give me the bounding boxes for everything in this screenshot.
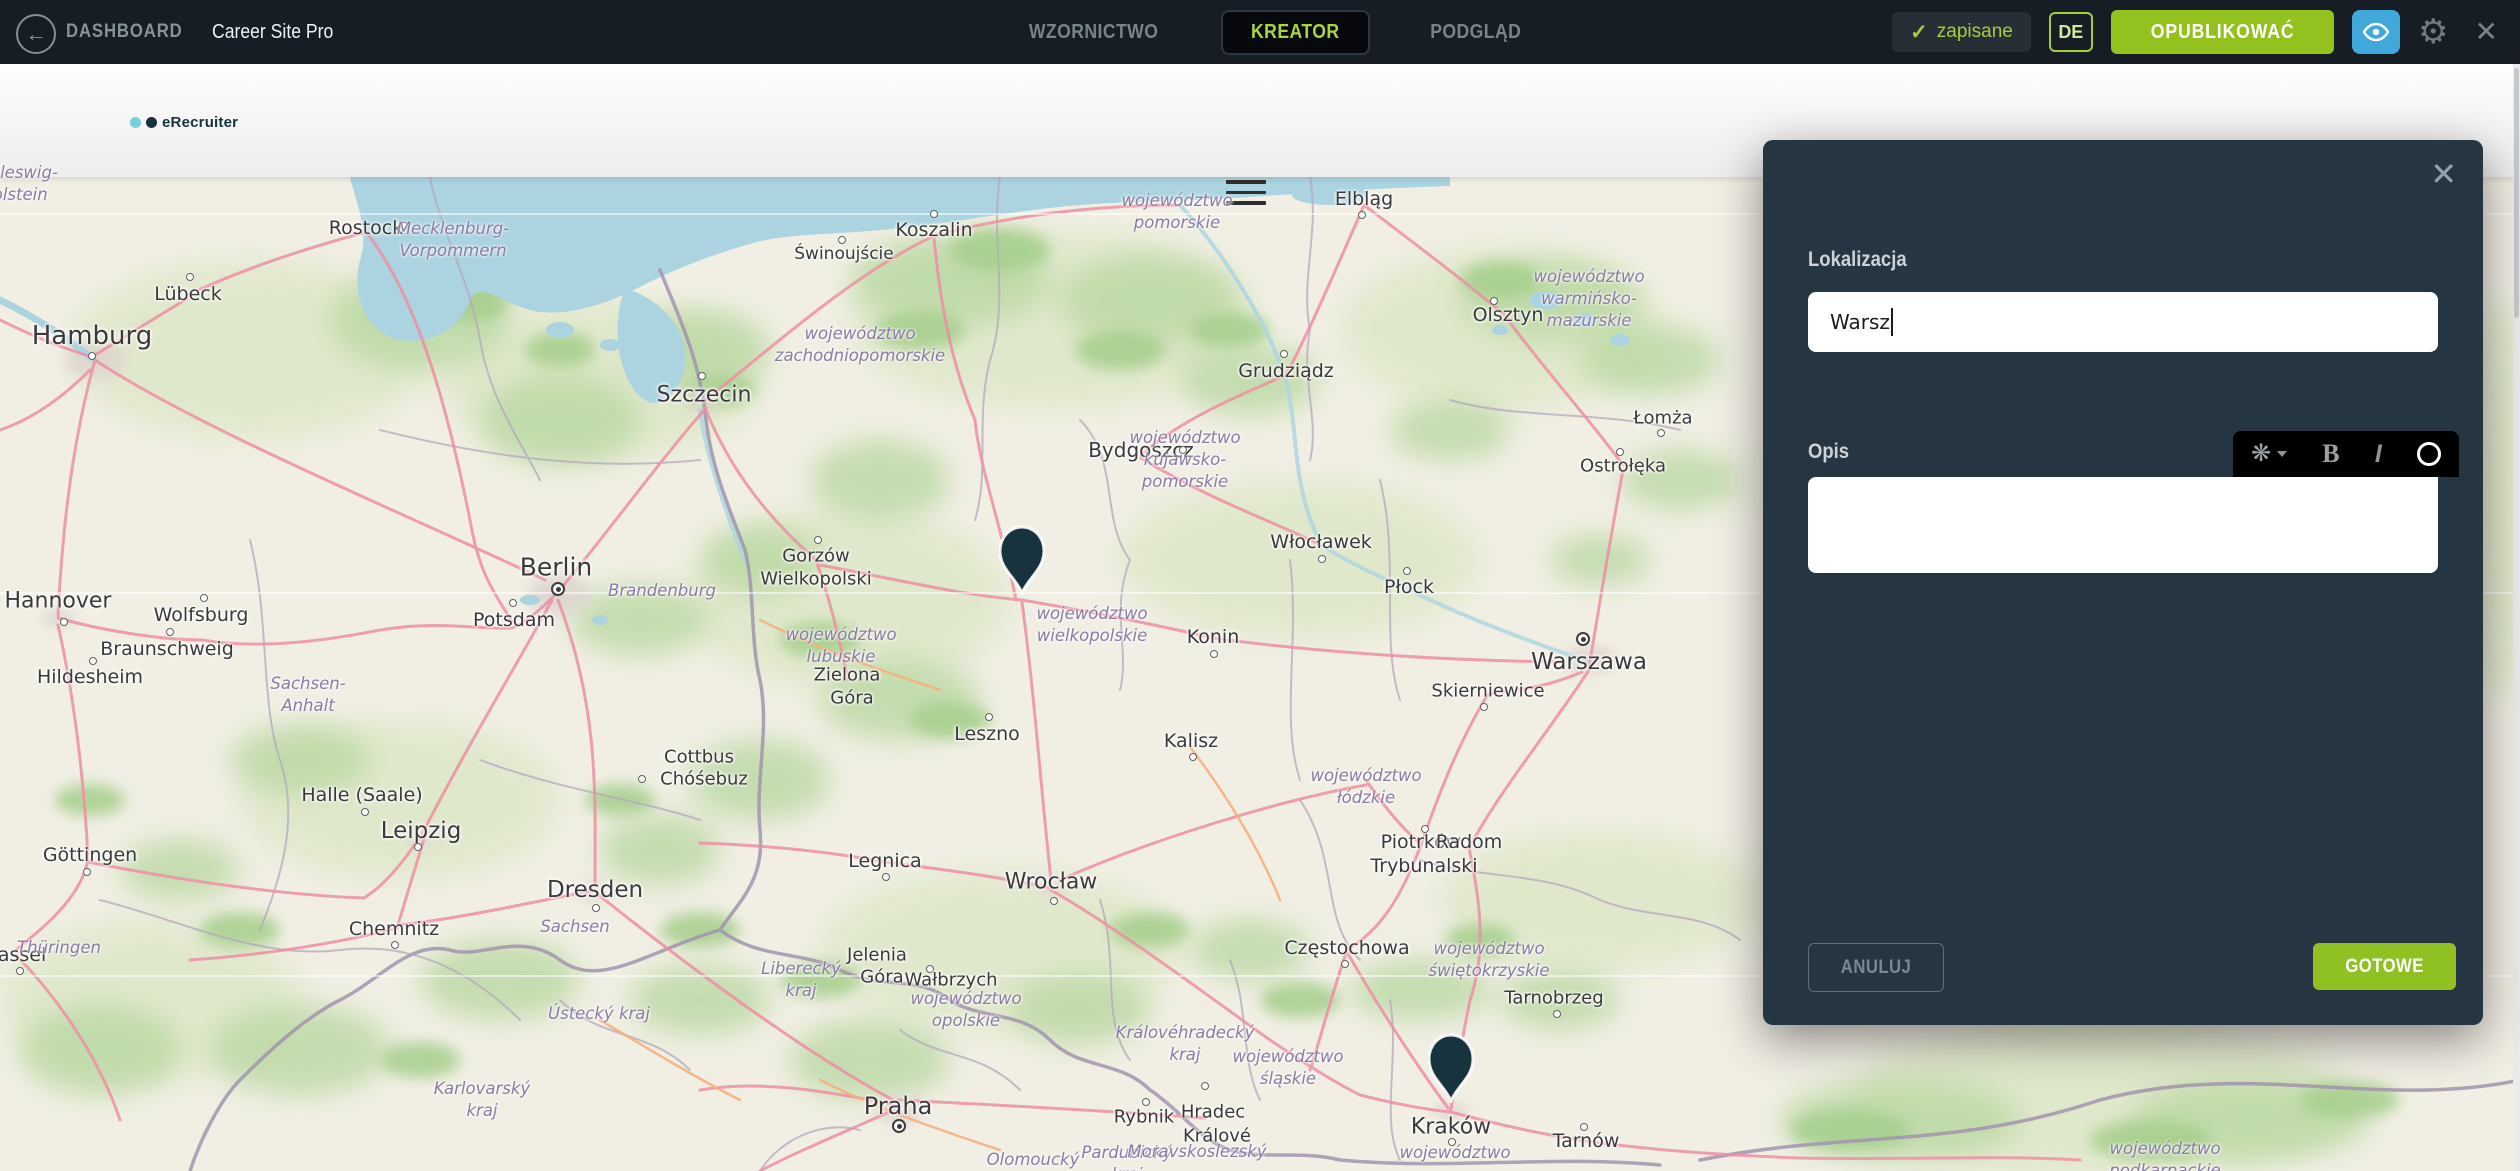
- checkmark-icon: ✓: [1910, 20, 1928, 45]
- erecruiter-logo: eRecruiter: [130, 114, 238, 131]
- app-window: HamburgLübeckRostockHannoverWolfsburgBra…: [0, 0, 2520, 1171]
- description-toolbar: ❋ B I: [2233, 431, 2459, 477]
- topbar-actions: ✓ zapisane DE OPUBLIKOWAĆ ⚙ ✕: [1892, 0, 2506, 64]
- eye-icon: [2362, 22, 2390, 42]
- hamburger-menu-icon[interactable]: [1226, 180, 1266, 212]
- dashboard-link[interactable]: DASHBOARD: [66, 0, 199, 64]
- page-scrollbar[interactable]: [2513, 64, 2520, 1171]
- back-arrow-icon: ←: [26, 24, 47, 45]
- description-field-label: Opis: [1808, 440, 1855, 464]
- italic-button[interactable]: I: [2375, 440, 2382, 469]
- bold-button[interactable]: B: [2322, 439, 2339, 469]
- scrollbar-thumb[interactable]: [2514, 68, 2519, 318]
- tab-podglad[interactable]: PODGLĄD: [1424, 21, 1528, 44]
- logo-dot-dark-icon: [146, 117, 157, 128]
- editor-tabs: WZORNICTWO KREATOR PODGLĄD: [1020, 0, 1527, 64]
- tab-kreator[interactable]: KREATOR: [1221, 10, 1370, 55]
- settings-gear-icon[interactable]: ⚙: [2418, 15, 2448, 49]
- location-input-value: Warsz: [1830, 310, 1890, 334]
- ai-assistant-icon: ❋: [2251, 442, 2271, 466]
- location-input[interactable]: Warsz: [1808, 292, 2438, 352]
- text-caret: [1891, 308, 1893, 336]
- dialog-close-icon[interactable]: ✕: [2430, 158, 2457, 190]
- editor-language-button[interactable]: DE: [2049, 12, 2093, 52]
- tab-wzornictwo[interactable]: WZORNICTWO: [1020, 21, 1167, 44]
- saved-status-label: zapisane: [1937, 21, 2013, 43]
- editor-topbar: ← DASHBOARD Career Site Pro WZORNICTWO K…: [0, 0, 2520, 64]
- editor-close-icon[interactable]: ✕: [2467, 18, 2506, 46]
- circle-icon[interactable]: [2417, 442, 2441, 466]
- saved-status-badge: ✓ zapisane: [1892, 12, 2031, 52]
- map-pin[interactable]: [999, 525, 1045, 600]
- publish-button[interactable]: OPUBLIKOWAĆ: [2111, 10, 2334, 54]
- project-title: Career Site Pro: [212, 0, 350, 64]
- location-field-label: Lokalizacja: [1808, 248, 1920, 272]
- preview-eye-button[interactable]: [2352, 10, 2400, 54]
- map-pin[interactable]: [1428, 1033, 1474, 1108]
- back-button[interactable]: ←: [16, 14, 56, 54]
- logo-dot-light-icon: [130, 117, 141, 128]
- ai-assistant-button[interactable]: ❋: [2251, 442, 2287, 466]
- location-dialog: ✕ Lokalizacja Warsz Opis ❋ B I ANULUJ GO…: [1763, 140, 2483, 1025]
- chevron-down-icon: [2277, 451, 2287, 457]
- done-button[interactable]: GOTOWE: [2313, 943, 2456, 990]
- logo-text: eRecruiter: [162, 114, 238, 131]
- description-textarea[interactable]: [1808, 477, 2438, 573]
- cancel-button[interactable]: ANULUJ: [1808, 943, 1944, 992]
